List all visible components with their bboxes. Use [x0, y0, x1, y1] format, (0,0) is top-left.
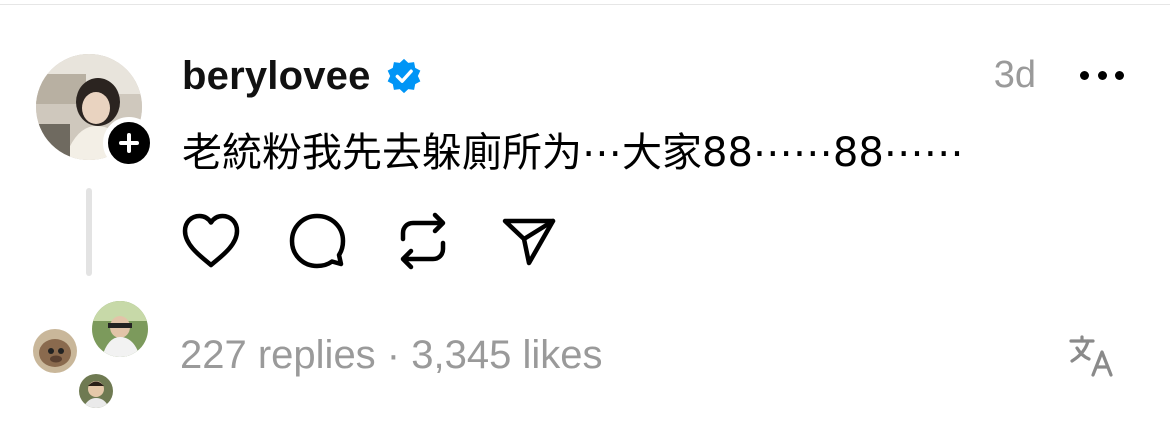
- replier-avatar: [30, 326, 80, 376]
- top-divider: [0, 4, 1170, 5]
- username[interactable]: berylovee: [182, 54, 371, 99]
- replier-avatar: [76, 371, 116, 411]
- plus-icon: [119, 133, 139, 153]
- engagement-stats: 227 replies · 3,345 likes: [180, 333, 602, 378]
- like-button[interactable]: [180, 210, 242, 272]
- more-dot: [1097, 70, 1107, 80]
- repost-icon: [400, 212, 446, 270]
- share-button[interactable]: [498, 210, 560, 272]
- replier-avatar: [89, 298, 151, 360]
- reply-button[interactable]: [286, 210, 348, 272]
- more-options-icon[interactable]: [1080, 62, 1124, 88]
- heart-icon: [182, 213, 240, 268]
- more-dot: [1115, 70, 1124, 80]
- replies-count[interactable]: 227 replies: [180, 333, 376, 377]
- likes-count[interactable]: 3,345 likes: [411, 333, 602, 377]
- action-bar: [180, 210, 604, 272]
- thread-line: [86, 188, 92, 276]
- post-header: berylovee: [182, 52, 423, 100]
- post-text: 老統粉我先去躲廁所为⋯大家88⋯⋯88⋯⋯: [182, 130, 964, 176]
- follow-button[interactable]: [103, 117, 155, 169]
- send-icon: [502, 218, 556, 266]
- post-timestamp: 3d: [993, 54, 1036, 96]
- repost-button[interactable]: [392, 210, 454, 272]
- stats-separator: ·: [375, 333, 412, 377]
- translate-icon[interactable]: [1068, 334, 1118, 378]
- comment-icon: [289, 213, 346, 269]
- verified-badge-icon: [385, 57, 423, 95]
- more-dot: [1080, 70, 1089, 80]
